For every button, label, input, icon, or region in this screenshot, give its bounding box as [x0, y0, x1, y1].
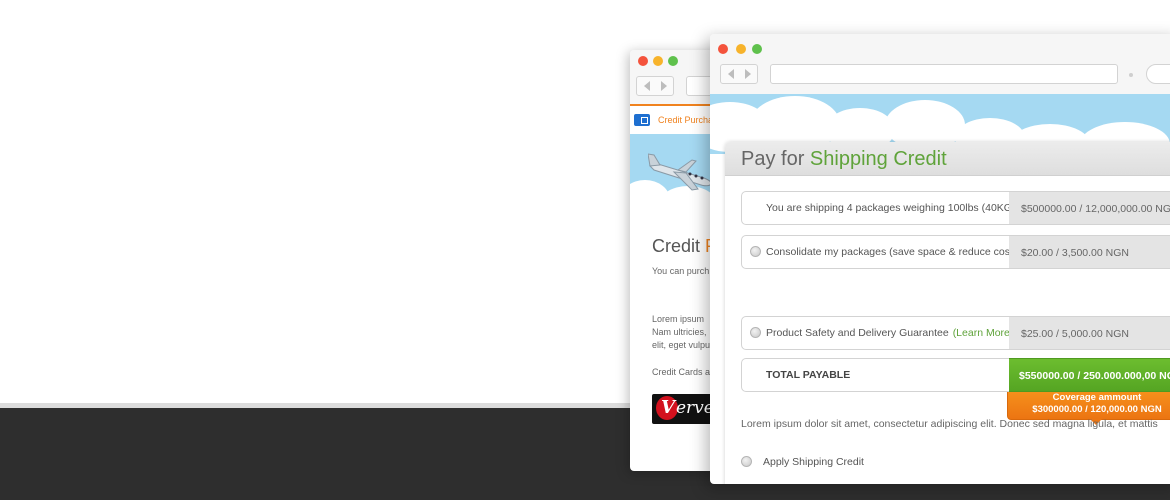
close-dot-icon[interactable]	[638, 56, 648, 66]
apply-credit-radio[interactable]	[741, 456, 752, 467]
back-forward-buttons	[720, 64, 758, 84]
forward-arrow-icon[interactable]	[661, 81, 667, 91]
apply-credit-label: Apply Shipping Credit	[763, 456, 864, 468]
tooltip-value: $300000.00 / 120,000.00 NGN	[1032, 404, 1162, 415]
price-text: $500000.00 / 12,000,000.00 NGN	[1021, 203, 1170, 215]
back-arrow-icon[interactable]	[728, 69, 734, 79]
panel-header: Pay for Shipping Credit	[725, 142, 1170, 176]
title-highlight: Shipping Credit	[809, 148, 947, 170]
row-label: Consolidate my packages (save space & re…	[766, 246, 1017, 258]
guarantee-radio[interactable]	[750, 327, 761, 338]
tooltip-title: Coverage ammount	[1052, 392, 1142, 403]
verve-logo-mark: V	[656, 396, 678, 420]
maximize-dot-icon[interactable]	[668, 56, 678, 66]
credit-cards-label: Credit Cards a	[652, 367, 711, 377]
total-price: $550000.00 / 250.000.000,00 NGN	[1009, 358, 1170, 392]
lorem-line: Nam ultricies,	[652, 327, 707, 337]
forward-arrow-icon[interactable]	[745, 69, 751, 79]
address-bar[interactable]	[770, 64, 1118, 84]
consolidate-radio[interactable]	[750, 246, 761, 257]
learn-more-link[interactable]: (Learn More)	[953, 327, 1014, 339]
total-label: TOTAL PAYABLE	[766, 369, 851, 381]
wallet-icon	[634, 114, 650, 126]
row-label: You are shipping 4 packages weighing 100…	[766, 202, 1016, 214]
title-text: Credit	[652, 236, 706, 256]
price-text: $25.00 / 5,000.00 NGN	[1021, 328, 1129, 340]
row-label-text: Product Safety and Delivery Guarantee	[766, 327, 949, 339]
row-price: $25.00 / 5,000.00 NGN	[1009, 316, 1170, 350]
shipping-summary-row: You are shipping 4 packages weighing 100…	[741, 191, 1170, 225]
front-window-chrome	[710, 34, 1170, 94]
page-title: Credit P	[652, 236, 717, 257]
separator-dot	[1129, 73, 1133, 77]
consolidate-option-row[interactable]: Consolidate my packages (save space & re…	[741, 235, 1170, 269]
maximize-dot-icon[interactable]	[752, 44, 762, 54]
row-label: Product Safety and Delivery Guarantee (Le…	[766, 327, 1013, 339]
minimize-dot-icon[interactable]	[653, 56, 663, 66]
close-dot-icon[interactable]	[718, 44, 728, 54]
row-price: $20.00 / 3,500.00 NGN	[1009, 235, 1170, 269]
search-bar[interactable]	[1146, 64, 1170, 84]
airplane-icon	[648, 153, 712, 191]
verve-logo-text: erve	[676, 398, 714, 418]
intro-text: You can purch	[652, 266, 710, 276]
total-price-text: $550000.00 / 250.000.000,00 NGN	[1019, 370, 1170, 382]
title-text: Pay for	[741, 148, 810, 170]
lorem-line: elit, eget vulpu	[652, 340, 711, 350]
description-text: Lorem ipsum dolor sit amet, consectetur …	[741, 418, 1158, 430]
back-forward-buttons	[636, 76, 674, 96]
front-browser-window: Pay for Shipping Credit You are shipping…	[710, 34, 1170, 484]
tab-label: Credit Purcha	[658, 115, 714, 125]
shipping-credit-panel: Pay for Shipping Credit You are shipping…	[725, 142, 1170, 484]
back-arrow-icon[interactable]	[644, 81, 650, 91]
minimize-dot-icon[interactable]	[736, 44, 746, 54]
lorem-line: Lorem ipsum	[652, 314, 705, 324]
price-text: $20.00 / 3,500.00 NGN	[1021, 247, 1129, 259]
panel-title: Pay for Shipping Credit	[741, 148, 947, 171]
total-payable-row: TOTAL PAYABLE $550000.00 / 250.000.000,0…	[741, 358, 1170, 392]
row-price: $500000.00 / 12,000,000.00 NGN	[1009, 191, 1170, 225]
guarantee-option-row[interactable]: Product Safety and Delivery Guarantee (Le…	[741, 316, 1170, 350]
